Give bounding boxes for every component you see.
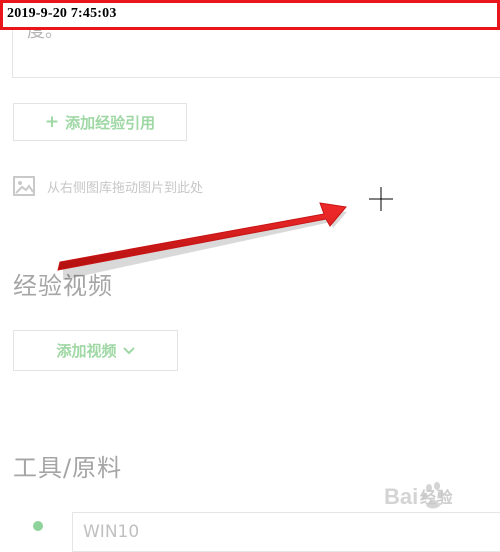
image-drop-hint: 从右侧图库拖动图片到此处 <box>47 180 204 196</box>
crosshair-cursor-icon <box>369 187 393 211</box>
add-video-button[interactable]: 添加视频 <box>13 330 178 371</box>
tool-item-bullet <box>33 521 43 531</box>
add-reference-label: 添加经验引用 <box>65 113 156 132</box>
timestamp-text: 2019-9-20 7:45:03 <box>7 6 117 21</box>
image-icon <box>13 176 35 196</box>
watermark-text: 经验 <box>420 488 454 507</box>
video-section-title: 经验视频 <box>13 272 113 300</box>
plus-icon: + <box>44 112 60 132</box>
tools-section-title: 工具/原料 <box>13 454 123 482</box>
chevron-down-icon <box>122 346 135 354</box>
tool-item-input[interactable] <box>72 512 500 552</box>
svg-text:Bai: Bai <box>384 484 418 509</box>
timestamp-overlay: 2019-9-20 7:45:03 <box>0 0 500 30</box>
add-reference-button[interactable]: + 添加经验引用 <box>13 103 187 141</box>
add-video-label: 添加视频 <box>56 342 117 360</box>
image-drop-zone[interactable]: 从右侧图库拖动图片到此处 <box>13 176 203 196</box>
